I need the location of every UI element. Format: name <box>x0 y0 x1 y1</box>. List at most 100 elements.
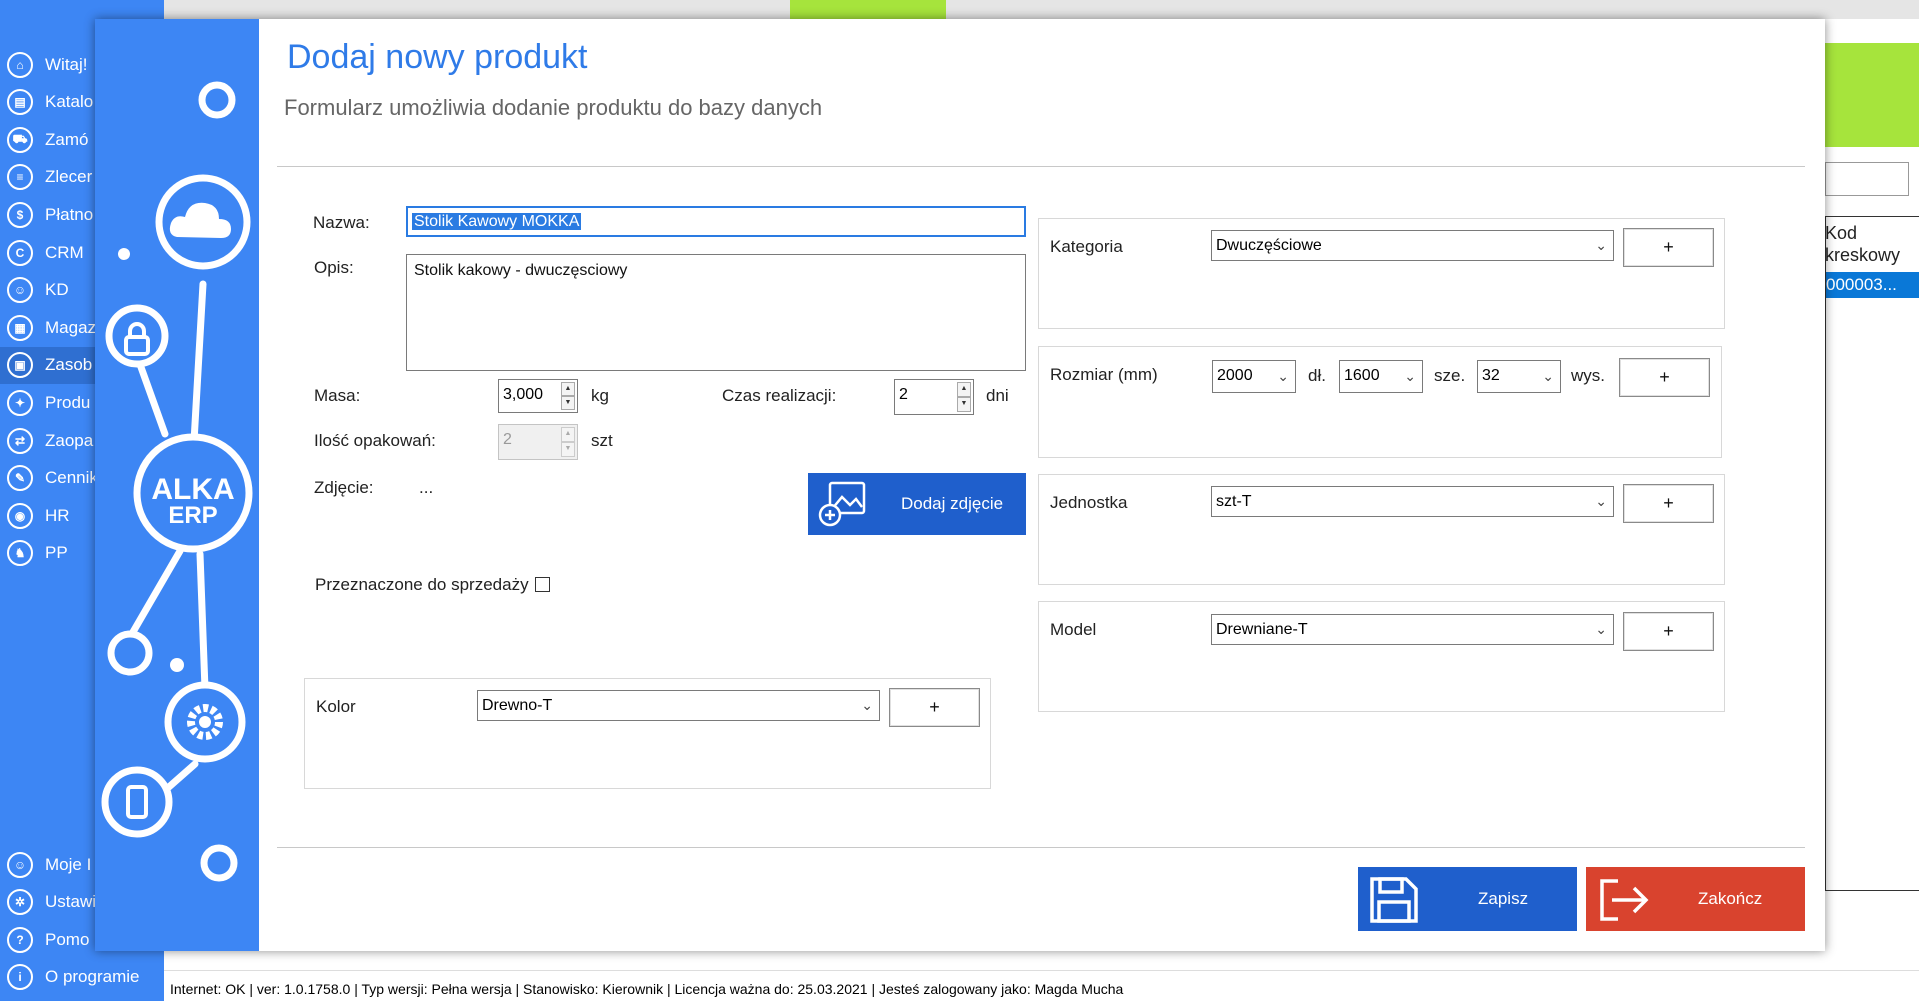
add-color-button[interactable]: + <box>889 688 980 727</box>
width-value: 1600 <box>1344 367 1380 384</box>
length-value: 2000 <box>1217 367 1253 384</box>
length-combobox[interactable]: 2000 ⌄ <box>1212 360 1296 393</box>
sidebar-item-label: HR <box>45 505 70 525</box>
sidebar-item[interactable]: i O programie <box>0 959 164 996</box>
lead-time-spin-buttons[interactable]: ▲ ▼ <box>957 382 971 412</box>
lead-time-spinner[interactable]: 2 ▲ ▼ <box>894 379 974 415</box>
save-button[interactable]: Zapisz <box>1358 867 1577 931</box>
name-label: Nazwa: <box>313 213 370 232</box>
mass-label: Masa: <box>314 386 361 405</box>
book-icon: ▤ <box>7 89 33 116</box>
for-sale-checkbox[interactable] <box>535 577 550 592</box>
chevron-down-icon[interactable]: ⌄ <box>1404 361 1416 391</box>
chevron-down-icon[interactable]: ⌄ <box>861 691 873 720</box>
width-unit: sze. <box>1434 366 1466 385</box>
chevron-down-icon[interactable]: ⌄ <box>1595 231 1607 260</box>
background-search-field[interactable] <box>1825 162 1909 196</box>
chevron-down-icon[interactable]: ⌄ <box>1595 615 1607 644</box>
for-sale-label: Przeznaczone do sprzedaży <box>315 575 529 594</box>
header-divider <box>277 166 1805 167</box>
person-icon: ☺ <box>7 277 33 304</box>
name-input[interactable]: Stolik Kawowy MOKKA <box>406 206 1026 237</box>
logo-text-erp: ERP <box>168 502 217 529</box>
spin-up-icon[interactable]: ▲ <box>957 382 971 397</box>
color-combobox[interactable]: Drewno-T ⌄ <box>477 690 880 721</box>
chevron-down-icon[interactable]: ⌄ <box>1542 361 1554 391</box>
footer-divider <box>277 847 1805 848</box>
sidebar-item-label: Katalo <box>45 92 94 112</box>
unit-combobox-value: szt-T <box>1216 493 1252 510</box>
logout-icon <box>1600 879 1649 921</box>
add-model-button[interactable]: + <box>1623 612 1714 651</box>
background-green-panel <box>1825 43 1919 147</box>
exit-button[interactable]: Zakończ <box>1586 867 1805 931</box>
help-icon: ? <box>7 926 33 953</box>
dialog-brand-panel: ALKA ERP <box>95 19 259 951</box>
name-input-value: Stolik Kawowy MOKKA <box>412 213 582 230</box>
sidebar-item-label: O programie <box>45 967 140 987</box>
photo-path: ... <box>419 478 434 497</box>
resources-icon: ▣ <box>7 352 33 379</box>
dialog-title: Dodaj nowy produkt <box>287 38 588 76</box>
length-unit: dł. <box>1308 366 1326 385</box>
chevron-down-icon[interactable]: ⌄ <box>1595 487 1607 516</box>
add-image-icon <box>818 481 866 527</box>
sidebar-item-label: Produ <box>45 392 91 412</box>
spin-up-icon[interactable]: ▲ <box>561 382 575 396</box>
sidebar-item-label: Witaj! <box>45 54 88 74</box>
info-icon: i <box>7 964 33 991</box>
mass-unit: kg <box>591 386 609 405</box>
model-combobox-value: Drewniane-T <box>1216 621 1308 638</box>
crm-icon: C <box>7 239 33 266</box>
description-label: Opis: <box>314 258 354 277</box>
sidebar-item-label: Zaopa <box>45 430 94 450</box>
photo-label: Zdjęcie: <box>314 478 374 497</box>
spin-down-icon[interactable]: ▼ <box>561 396 575 410</box>
grid-column-header[interactable]: Kod kreskowy <box>1825 222 1919 266</box>
description-textarea[interactable]: Stolik kakowy - dwuczęsciowy <box>406 254 1026 371</box>
lead-time-label: Czas realizacji: <box>722 386 837 405</box>
spin-up-icon: ▲ <box>561 427 575 442</box>
add-photo-button[interactable]: Dodaj zdjęcie <box>808 473 1026 535</box>
sidebar-item-label: Moje I <box>45 854 92 874</box>
settings-icon: ✲ <box>7 889 33 916</box>
sidebar-item-label: Cennik <box>45 468 98 488</box>
add-unit-button[interactable]: + <box>1623 484 1714 523</box>
chevron-down-icon[interactable]: ⌄ <box>1277 361 1289 391</box>
home-icon: ⌂ <box>7 51 33 78</box>
add-category-button[interactable]: + <box>1623 228 1714 267</box>
pp-icon: ♞ <box>7 540 33 567</box>
hr-icon: ◉ <box>7 502 33 529</box>
background-data-grid[interactable] <box>1825 216 1919 891</box>
unit-combobox[interactable]: szt-T ⌄ <box>1211 486 1614 517</box>
brand-illustration: ALKA ERP <box>101 81 253 882</box>
dialog-subtitle: Formularz umożliwia dodanie produktu do … <box>284 95 823 120</box>
cart-icon: ⛟ <box>7 126 33 153</box>
size-label: Rozmiar (mm) <box>1050 365 1158 384</box>
sidebar-item-label: PP <box>45 543 68 563</box>
category-combobox[interactable]: Dwuczęściowe ⌄ <box>1211 230 1614 261</box>
sidebar-item-label: KD <box>45 280 69 300</box>
add-size-button[interactable]: + <box>1619 358 1710 397</box>
mass-spinner[interactable]: 3,000 ▲ ▼ <box>498 379 578 413</box>
mass-value: 3,000 <box>503 386 544 403</box>
height-unit: wys. <box>1571 366 1605 385</box>
lead-time-value: 2 <box>899 386 908 403</box>
color-label: Kolor <box>316 697 356 716</box>
sidebar-item-label: Płatno <box>45 204 94 224</box>
tag-icon: ✎ <box>7 465 33 492</box>
category-label: Kategoria <box>1050 237 1123 256</box>
warehouse-icon: ▦ <box>7 314 33 341</box>
height-value: 32 <box>1482 367 1500 384</box>
mass-spin-buttons[interactable]: ▲ ▼ <box>561 382 575 410</box>
floppy-disk-icon <box>1370 877 1418 923</box>
height-combobox[interactable]: 32 ⌄ <box>1477 360 1561 393</box>
width-combobox[interactable]: 1600 ⌄ <box>1339 360 1423 393</box>
grid-selected-row[interactable]: 000003... <box>1826 272 1919 298</box>
save-label: Zapisz <box>1478 889 1529 908</box>
spin-down-icon[interactable]: ▼ <box>957 397 971 412</box>
model-combobox[interactable]: Drewniane-T ⌄ <box>1211 614 1614 645</box>
sidebar-item-label: Pomo <box>45 929 90 949</box>
packages-value: 2 <box>503 431 512 448</box>
sidebar-item-label: CRM <box>45 242 84 262</box>
